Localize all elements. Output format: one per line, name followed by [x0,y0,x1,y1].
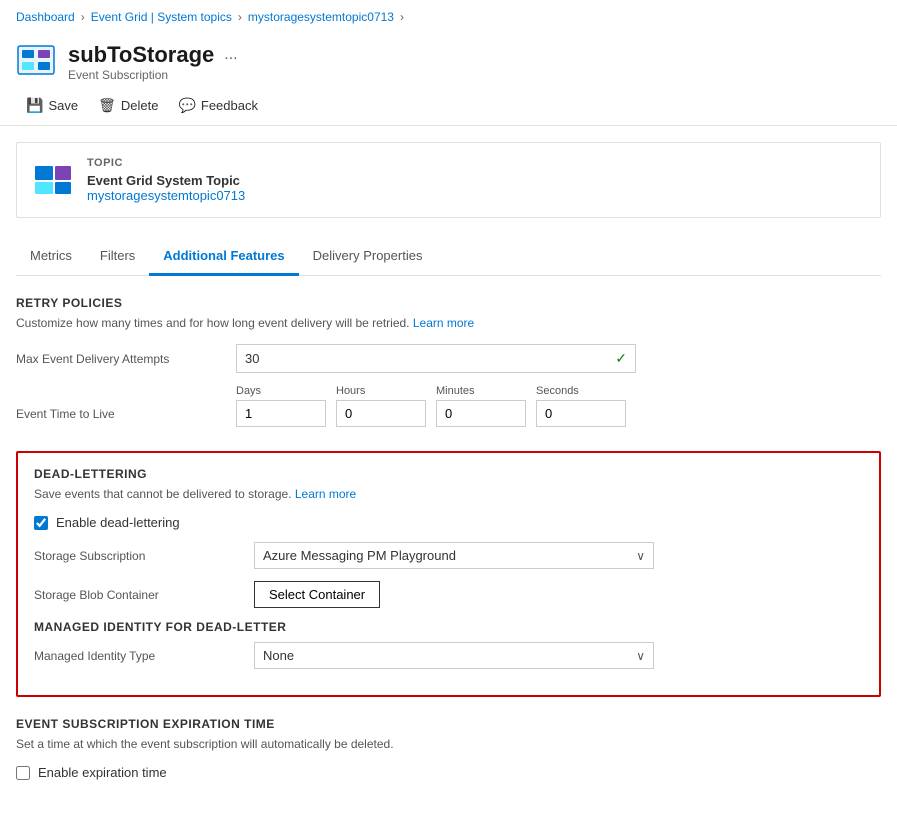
enable-expiration-label: Enable expiration time [38,765,167,780]
toolbar: 💾 Save 🗑 Delete 💬 Feedback [0,86,897,126]
ttl-minutes-field: Minutes [436,385,526,427]
save-button[interactable]: 💾 Save [16,92,88,119]
feedback-button[interactable]: 💬 Feedback [168,92,268,119]
breadcrumb-topic[interactable]: mystoragesystemtopic0713 [248,10,394,24]
managed-identity-chevron-icon: ∨ [636,649,645,663]
checkmark-icon: ✓ [615,350,627,367]
save-icon: 💾 [26,97,43,114]
days-label: Days [236,385,326,397]
topic-icon [33,162,73,198]
retry-policies-desc: Customize how many times and for how lon… [16,316,881,330]
retry-policies-title: RETRY POLICIES [16,296,881,310]
ttl-hours-field: Hours [336,385,426,427]
enable-dead-lettering-row: Enable dead-lettering [34,515,863,530]
storage-subscription-control: Azure Messaging PM Playground ∨ [254,542,863,569]
hours-label: Hours [336,385,426,397]
feedback-icon: 💬 [178,97,195,114]
seconds-label: Seconds [536,385,626,397]
dead-lettering-section: DEAD-LETTERING Save events that cannot b… [16,451,881,697]
storage-subscription-select[interactable]: Azure Messaging PM Playground ∨ [254,542,654,569]
storage-blob-label: Storage Blob Container [34,588,254,602]
delete-icon: 🗑 [98,97,116,114]
ttl-days-field: Days [236,385,326,427]
tab-additional-features[interactable]: Additional Features [149,238,298,276]
hours-input[interactable] [336,400,426,427]
delete-button[interactable]: 🗑 Delete [88,92,168,119]
header-icon [16,42,56,81]
max-delivery-label: Max Event Delivery Attempts [16,352,236,366]
max-delivery-select[interactable]: 30 ✓ [236,344,636,373]
topic-label: TOPIC [87,157,245,169]
enable-expiration-checkbox[interactable] [16,766,30,780]
dead-lettering-learn-more[interactable]: Learn more [295,487,356,501]
enable-expiration-row: Enable expiration time [16,765,881,780]
topic-link[interactable]: mystoragesystemtopic0713 [87,188,245,203]
managed-identity-label: Managed Identity Type [34,649,254,663]
ttl-row: Event Time to Live Days Hours Minutes Se… [16,385,881,427]
breadcrumb-dashboard[interactable]: Dashboard [16,10,75,24]
dead-lettering-title: DEAD-LETTERING [34,467,863,481]
topic-info: TOPIC Event Grid System Topic mystorages… [87,157,245,203]
storage-blob-row: Storage Blob Container Select Container [34,581,863,608]
days-input[interactable] [236,400,326,427]
ttl-label: Event Time to Live [16,385,236,421]
expiration-section: EVENT SUBSCRIPTION EXPIRATION TIME Set a… [16,717,881,780]
ttl-seconds-field: Seconds [536,385,626,427]
managed-identity-subtitle: MANAGED IDENTITY FOR DEAD-LETTER [34,620,863,634]
managed-identity-select[interactable]: None ∨ [254,642,654,669]
page-title: subToStorage [68,42,214,68]
retry-policies-section: RETRY POLICIES Customize how many times … [16,296,881,427]
managed-identity-control: None ∨ [254,642,863,669]
header-menu-button[interactable]: ... [224,46,237,64]
tab-metrics[interactable]: Metrics [16,238,86,276]
breadcrumb-event-grid[interactable]: Event Grid | System topics [91,10,232,24]
max-delivery-control: 30 ✓ [236,344,881,373]
header-title-block: subToStorage ... Event Subscription [68,42,238,82]
dead-lettering-desc: Save events that cannot be delivered to … [34,487,863,501]
page-subtitle: Event Subscription [68,68,238,82]
breadcrumb: Dashboard › Event Grid | System topics ›… [0,0,897,34]
max-delivery-row: Max Event Delivery Attempts 30 ✓ [16,344,881,373]
managed-identity-row: Managed Identity Type None ∨ [34,642,863,669]
select-container-button[interactable]: Select Container [254,581,380,608]
seconds-input[interactable] [536,400,626,427]
enable-dead-lettering-checkbox[interactable] [34,516,48,530]
enable-dead-lettering-label: Enable dead-lettering [56,515,180,530]
topic-name: Event Grid System Topic [87,173,245,188]
minutes-input[interactable] [436,400,526,427]
main-content: TOPIC Event Grid System Topic mystorages… [0,126,897,808]
page-header: subToStorage ... Event Subscription [0,34,897,86]
expiration-desc: Set a time at which the event subscripti… [16,737,881,751]
tabs: Metrics Filters Additional Features Deli… [16,238,881,276]
storage-subscription-label: Storage Subscription [34,549,254,563]
topic-card: TOPIC Event Grid System Topic mystorages… [16,142,881,218]
ttl-fields: Days Hours Minutes Seconds [236,385,626,427]
storage-subscription-row: Storage Subscription Azure Messaging PM … [34,542,863,569]
tab-delivery-properties[interactable]: Delivery Properties [299,238,437,276]
storage-blob-control: Select Container [254,581,863,608]
expiration-title: EVENT SUBSCRIPTION EXPIRATION TIME [16,717,881,731]
chevron-down-icon: ∨ [636,549,645,563]
minutes-label: Minutes [436,385,526,397]
tab-filters[interactable]: Filters [86,238,149,276]
retry-learn-more[interactable]: Learn more [413,316,474,330]
